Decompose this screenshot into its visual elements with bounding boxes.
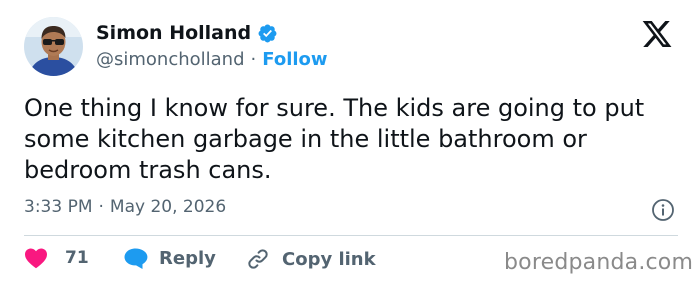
reply-label: Reply [159, 248, 216, 269]
watermark: boredpanda.com [504, 250, 694, 275]
info-icon[interactable] [651, 198, 675, 222]
copy-link-label: Copy link [282, 248, 376, 270]
avatar[interactable] [24, 17, 83, 76]
x-logo-icon[interactable] [640, 18, 678, 52]
verified-badge-icon [257, 23, 278, 44]
separator-dot: · [250, 49, 257, 70]
follow-button[interactable]: Follow [262, 49, 327, 70]
tweet-time: 3:33 PM [24, 197, 93, 217]
copy-link-button[interactable]: Copy link [246, 247, 376, 271]
author-handle[interactable]: @simoncholland [96, 49, 245, 70]
author-display-name[interactable]: Simon Holland [96, 22, 251, 44]
like-button[interactable]: 71 [24, 247, 89, 269]
author-handle-row: @simoncholland · Follow [96, 49, 328, 70]
separator-dot: · [98, 197, 104, 217]
tweet-date: May 20, 2026 [109, 197, 227, 217]
link-icon [246, 247, 270, 271]
like-count: 71 [65, 248, 89, 268]
tweet-card: Simon Holland @simoncholland · Follow On… [0, 0, 700, 287]
reply-button[interactable]: Reply [123, 247, 216, 270]
heart-icon [24, 247, 48, 269]
author-name-row: Simon Holland [96, 22, 278, 44]
tweet-timestamp[interactable]: 3:33 PM · May 20, 2026 [24, 197, 226, 217]
speech-bubble-icon [123, 247, 148, 270]
divider [24, 235, 678, 236]
tweet-text: One thing I know for sure. The kids are … [24, 94, 645, 184]
